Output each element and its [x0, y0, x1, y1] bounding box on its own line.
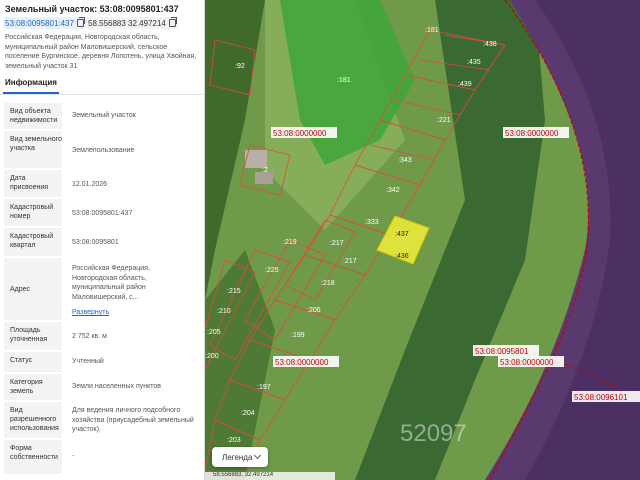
row-value: 2 752 кв. м: [72, 333, 107, 340]
parcel-label: :333: [365, 219, 379, 226]
row-value: Землепользование: [72, 147, 135, 154]
row-label: Вид земельного участка: [4, 131, 62, 168]
watermark: 52097: [400, 420, 467, 447]
row-value: Земли населенных пунктов: [72, 383, 162, 390]
copy-icon[interactable]: [168, 17, 177, 27]
parcel-label: :435: [467, 59, 481, 66]
parcel-label: :210: [217, 308, 231, 315]
row-value: Земельный участок: [72, 112, 136, 119]
parcel-label: :437: [395, 231, 409, 238]
coordinate-readout: 58.556883, 32.497214: [205, 472, 335, 480]
quarter-label: 53:08:0000000: [275, 358, 329, 367]
parcel-label: :219: [283, 239, 297, 246]
legend-label: Легенда: [222, 452, 253, 462]
row-label: Вид разрешенного использования: [4, 402, 62, 438]
parcel-label: :438: [483, 41, 497, 48]
info-row-ownership: Форма собственности -: [0, 440, 200, 474]
row-label: Форма собственности: [4, 440, 62, 474]
coordinates-chip[interactable]: 58.556883 32.497214: [86, 17, 178, 29]
chevron-up-icon: [253, 451, 262, 460]
parcel-label: :206: [307, 307, 321, 314]
tab-information[interactable]: Информация: [5, 78, 57, 87]
row-label: Статус: [4, 352, 62, 372]
parcel-label: :439: [458, 81, 472, 88]
parcel-label: :215: [227, 288, 241, 295]
row-label: Дата присвоения: [4, 170, 62, 197]
parcel-label: :217: [330, 240, 344, 247]
parcel-label: :436: [395, 253, 409, 260]
row-label: Вид объекта недвижимости: [4, 103, 62, 129]
info-row-assign-date: Дата присвоения 12.01.2026: [0, 170, 200, 197]
map-canvas[interactable]: :438 :435 :439 :181 :221 :343 :342 :333 …: [205, 0, 640, 480]
parcel-label: :197: [257, 384, 271, 391]
quarter-label: 53:08:0000000: [500, 358, 554, 367]
copy-icon[interactable]: [76, 17, 85, 27]
expand-address-link[interactable]: Развернуть: [66, 308, 196, 318]
info-panel: Земельный участок: 53:08:0095801:437 53:…: [0, 0, 205, 480]
row-value: Российская Федерация, Новгородская облас…: [72, 265, 150, 301]
parcel-label: :92: [235, 63, 245, 70]
row-label: Площадь уточненная: [4, 322, 62, 350]
parcel-label: :199: [291, 332, 305, 339]
parcel-label: :343: [398, 157, 412, 164]
quarter-label: 53:08:0000000: [273, 129, 327, 138]
row-value: 12.01.2026: [72, 181, 108, 188]
parcel-label: :218: [321, 280, 335, 287]
legend-button[interactable]: Легенда: [212, 447, 268, 467]
parcel-label: :204: [241, 410, 255, 417]
row-label: Кадастровый номер: [4, 199, 62, 226]
quarter-label: 53:08:0000000: [505, 129, 559, 138]
row-label: Адрес: [4, 258, 62, 320]
row-label: Кадастровый квартал: [4, 228, 62, 256]
info-row-land-category: Категория земель Земли населенных пункто…: [0, 374, 200, 400]
cadastral-id-chip[interactable]: 53:08:0095801:437: [3, 17, 86, 29]
address-summary: Российская Федерация, Новгородская облас…: [5, 34, 197, 70]
tab-divider: [0, 94, 204, 95]
satellite-map[interactable]: :438 :435 :439 :181 :221 :343 :342 :333 …: [205, 0, 640, 480]
parcel-label: :217: [343, 258, 357, 265]
parcel-label: :205: [207, 329, 221, 336]
panel-title: Земельный участок: 53:08:0095801:437: [5, 4, 179, 14]
parcel-label: :200: [205, 353, 219, 360]
row-label: Категория земель: [4, 374, 62, 400]
row-value: 53:08:0095801: [72, 239, 119, 246]
row-value: Учтенный: [72, 358, 104, 365]
info-row-status: Статус Учтенный: [0, 352, 200, 372]
info-row-cadastral-number: Кадастровый номер 53:08:0095801:437: [0, 199, 200, 226]
parcel-label: :203: [227, 437, 241, 444]
quarter-label: 53:08:0096101: [574, 393, 628, 402]
row-value: Для ведения личного подсобного хозяйства…: [72, 407, 194, 433]
parcel-label: :221: [437, 117, 451, 124]
row-value: 53:08:0095801:437: [72, 210, 133, 217]
info-row-address: Адрес Российская Федерация, Новгородская…: [0, 258, 200, 320]
parcel-label: :181: [337, 77, 351, 84]
info-row-permitted-use: Вид разрешенного использования Для веден…: [0, 402, 200, 438]
info-row-land-type: Вид земельного участка Землепользование: [0, 131, 200, 168]
parcel-label: :181: [425, 27, 439, 34]
info-row-cadastral-quarter: Кадастровый квартал 53:08:0095801: [0, 228, 200, 256]
parcel-label: :342: [386, 187, 400, 194]
coordinates-text: 58.556883 32.497214: [88, 18, 166, 28]
info-row-object-type: Вид объекта недвижимости Земельный участ…: [0, 103, 200, 129]
parcel-label: :225: [265, 267, 279, 274]
cadastral-id-text: 53:08:0095801:437: [5, 18, 74, 28]
quarter-label: 53:08:0095801: [475, 347, 529, 356]
row-value: -: [72, 453, 75, 460]
parcel-label: :2: [262, 167, 268, 174]
info-row-area: Площадь уточненная 2 752 кв. м: [0, 322, 200, 350]
